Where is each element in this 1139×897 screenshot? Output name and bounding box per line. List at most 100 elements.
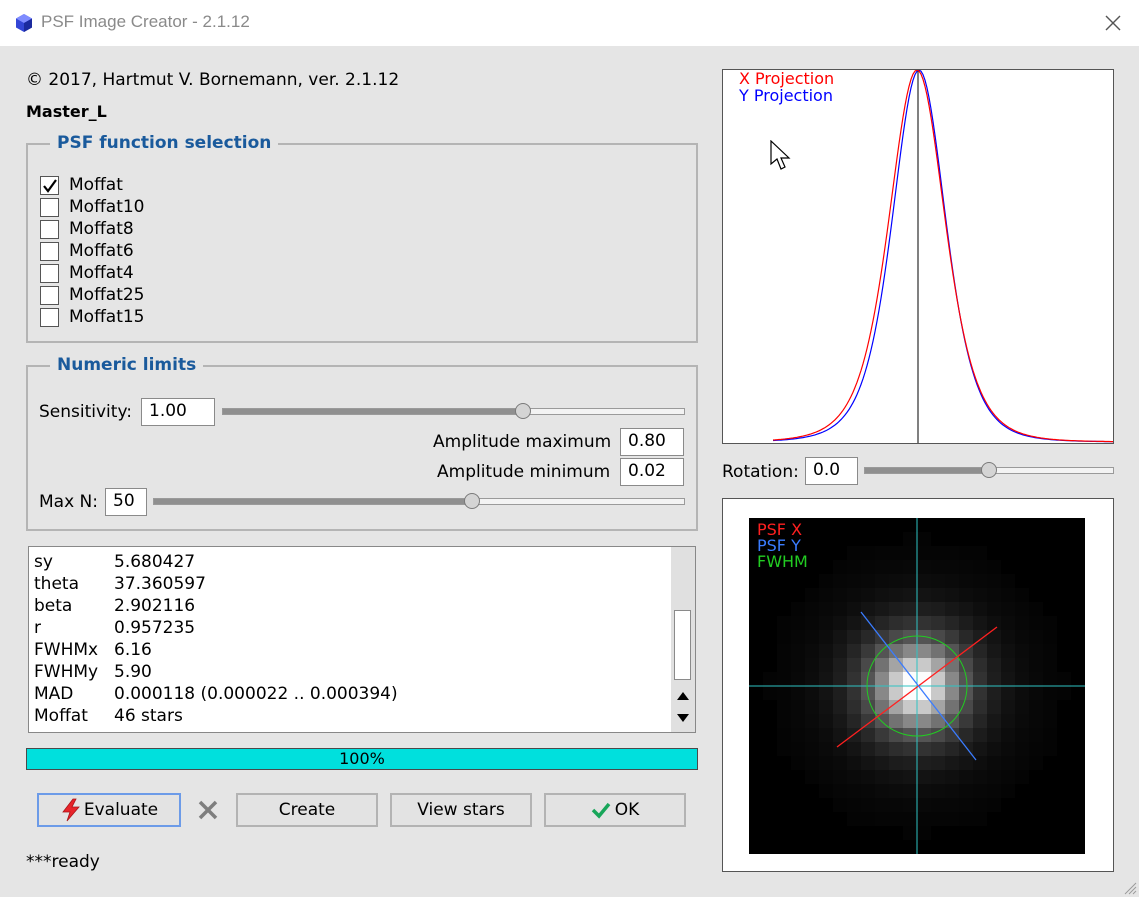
result-value: 0.957235 xyxy=(114,618,196,638)
evaluate-button[interactable]: Evaluate xyxy=(37,793,181,827)
y-projection-curve xyxy=(772,70,1113,443)
create-label: Create xyxy=(278,800,336,820)
rotation-slider[interactable] xyxy=(864,462,1114,478)
sensitivity-slider-thumb[interactable] xyxy=(514,403,531,419)
y-projection-label: Y Projection xyxy=(738,86,833,105)
amplitude-max-label: Amplitude maximum xyxy=(433,432,612,452)
psf-option-moffat10[interactable]: Moffat10 xyxy=(40,197,145,217)
psf-option-label: Moffat10 xyxy=(69,197,145,217)
result-key: FWHMy xyxy=(34,662,99,682)
view-stars-label: View stars xyxy=(417,800,505,820)
star-image: PSF X PSF Y FWHM xyxy=(749,518,1085,854)
psf-option-moffat25[interactable]: Moffat25 xyxy=(40,285,145,305)
sensitivity-field[interactable]: 1.00 xyxy=(141,398,215,426)
amplitude-min-label: Amplitude minimum xyxy=(437,462,611,482)
checkbox[interactable] xyxy=(40,197,59,217)
sensitivity-slider[interactable] xyxy=(222,403,685,419)
create-button[interactable]: Create xyxy=(236,793,378,827)
result-value: 5.680427 xyxy=(114,552,196,572)
rotation-slider-thumb[interactable] xyxy=(981,462,997,478)
numeric-limits-group: Numeric limits Sensitivity: 1.00 Amplitu… xyxy=(26,355,698,531)
sensitivity-slider-fill xyxy=(223,409,523,414)
max-n-slider-fill xyxy=(154,499,472,504)
result-value: 5.90 xyxy=(114,662,152,682)
projection-plot-canvas: X Projection Y Projection xyxy=(738,70,1113,443)
checkbox[interactable] xyxy=(40,175,59,195)
scroll-down-icon[interactable] xyxy=(671,707,695,729)
amplitude-max-field[interactable]: 0.80 xyxy=(620,428,684,456)
copyright-text: © 2017, Hartmut V. Bornemann, ver. 2.1.1… xyxy=(26,70,400,90)
psf-selection-group: PSF function selection Moffat Moffat10 Mof… xyxy=(26,133,698,343)
result-key: FWHMx xyxy=(34,640,99,660)
progress-text: 100% xyxy=(339,749,385,768)
checkbox[interactable] xyxy=(40,219,59,239)
result-key: theta xyxy=(34,574,79,594)
window-title: PSF Image Creator - 2.1.12 xyxy=(41,12,250,31)
psf-selection-title: PSF function selection xyxy=(50,133,279,153)
psf-option-label: Moffat25 xyxy=(69,285,145,305)
checkbox[interactable] xyxy=(40,241,59,261)
max-n-slider[interactable] xyxy=(153,493,685,509)
psf-option-moffat15[interactable]: Moffat15 xyxy=(40,307,145,327)
app-icon xyxy=(16,14,32,32)
sensitivity-label: Sensitivity: xyxy=(39,402,132,422)
psf-option-moffat8[interactable]: Moffat8 xyxy=(40,219,134,239)
psf-option-moffat4[interactable]: Moffat4 xyxy=(40,263,134,283)
evaluate-label: Evaluate xyxy=(83,800,159,820)
max-n-label: Max N: xyxy=(39,492,98,512)
resize-grip-icon[interactable] xyxy=(1123,881,1137,895)
result-row: r 0.957235 xyxy=(34,617,195,639)
mouse-cursor-icon xyxy=(770,140,791,170)
status-text: ***ready xyxy=(26,852,100,872)
star-view-panel: PSF X PSF Y FWHM xyxy=(722,498,1114,872)
ok-button[interactable]: OK xyxy=(544,793,686,827)
result-value: 0.000118 (0.000022 .. 0.000394) xyxy=(114,684,398,704)
result-row: Moffat 46 stars xyxy=(34,705,183,727)
result-key: MAD xyxy=(34,684,74,704)
max-n-slider-thumb[interactable] xyxy=(464,493,480,509)
scrollbar-thumb[interactable] xyxy=(674,610,691,680)
fwhm-label: FWHM xyxy=(757,552,808,571)
x-projection-curve xyxy=(772,70,1113,443)
projection-plot: X Projection Y Projection xyxy=(722,69,1114,444)
star-overlay: PSF X PSF Y FWHM xyxy=(749,518,1085,854)
rotation-field[interactable]: 0.0 xyxy=(805,457,858,485)
psf-option-moffat6[interactable]: Moffat6 xyxy=(40,241,134,261)
results-scrollbar[interactable] xyxy=(671,547,695,732)
results-list[interactable]: sy 5.680427 theta 37.360597 beta 2.902116 r 0.9… xyxy=(28,546,696,733)
checkmark-icon xyxy=(43,178,57,193)
numeric-limits-title: Numeric limits xyxy=(50,355,204,375)
result-key: Moffat xyxy=(34,706,88,726)
ok-label: OK xyxy=(614,800,640,820)
result-key: r xyxy=(34,618,41,638)
result-value: 6.16 xyxy=(114,640,152,660)
result-row: theta 37.360597 xyxy=(34,573,206,595)
scroll-up-icon[interactable] xyxy=(671,685,695,707)
cancel-x-icon[interactable] xyxy=(197,799,219,821)
image-name: Master_L xyxy=(26,102,107,121)
psf-option-label: Moffat15 xyxy=(69,307,145,327)
checkbox[interactable] xyxy=(40,263,59,283)
result-row: MAD 0.000118 (0.000022 .. 0.000394) xyxy=(34,683,398,705)
rotation-slider-fill xyxy=(865,468,989,473)
psf-option-label: Moffat6 xyxy=(69,241,134,261)
close-icon[interactable] xyxy=(1099,9,1127,37)
view-stars-button[interactable]: View stars xyxy=(390,793,532,827)
result-row: sy 5.680427 xyxy=(34,551,195,573)
psf-option-label: Moffat xyxy=(69,175,123,195)
progress-bar: 100% xyxy=(26,748,698,770)
checkbox[interactable] xyxy=(40,285,59,305)
checkmark-icon xyxy=(591,802,611,819)
rotation-label: Rotation: xyxy=(722,462,799,482)
dialog-body: © 2017, Hartmut V. Bornemann, ver. 2.1.1… xyxy=(0,46,1139,897)
result-value: 46 stars xyxy=(114,706,183,726)
lightning-icon xyxy=(62,798,80,822)
max-n-field[interactable]: 50 xyxy=(105,488,147,516)
result-key: beta xyxy=(34,596,73,616)
result-row: FWHMy 5.90 xyxy=(34,661,152,683)
checkbox[interactable] xyxy=(40,307,59,327)
amplitude-min-field[interactable]: 0.02 xyxy=(620,458,684,486)
title-bar: PSF Image Creator - 2.1.12 xyxy=(0,0,1139,46)
psf-option-moffat[interactable]: Moffat xyxy=(40,175,123,195)
result-key: sy xyxy=(34,552,53,572)
